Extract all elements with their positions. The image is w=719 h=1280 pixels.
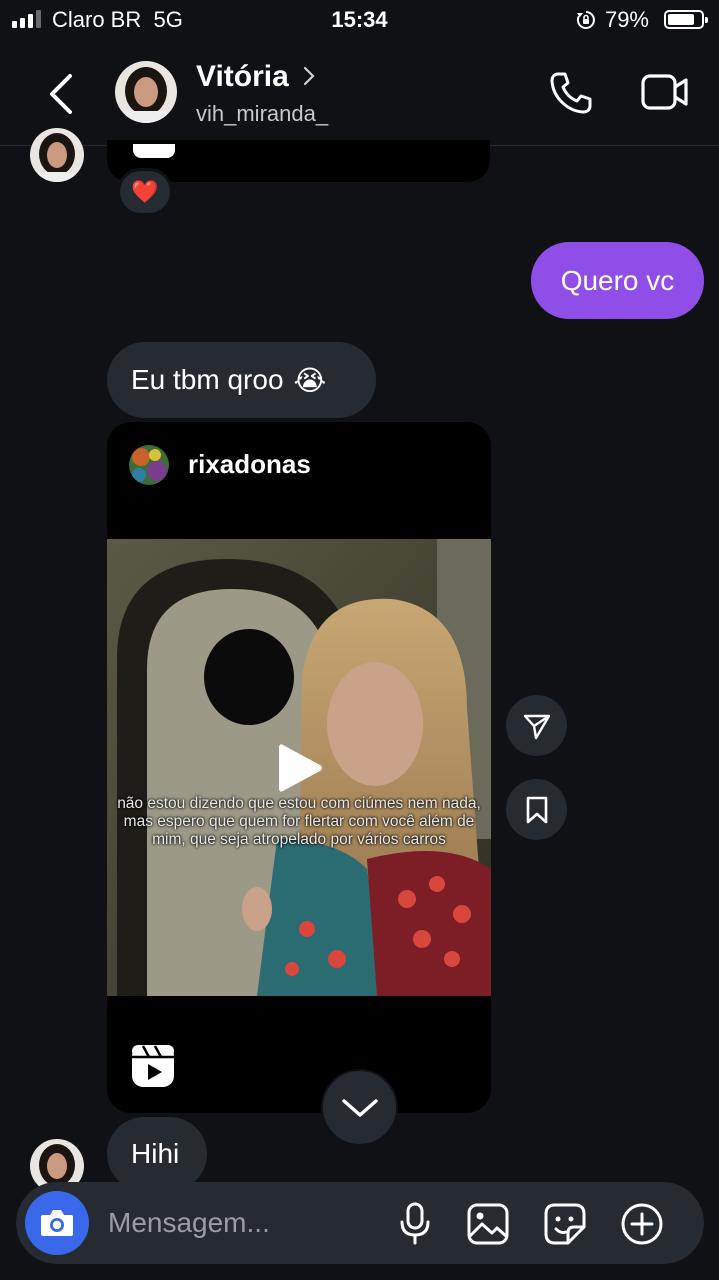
send-icon bbox=[523, 714, 550, 739]
reels-icon bbox=[132, 1045, 174, 1087]
battery-icon bbox=[664, 10, 708, 29]
add-button[interactable] bbox=[620, 1202, 664, 1246]
post-author-username[interactable]: rixadonas bbox=[188, 449, 311, 480]
gallery-button[interactable] bbox=[466, 1202, 510, 1246]
save-post-button[interactable] bbox=[506, 779, 567, 840]
chevron-right-icon[interactable] bbox=[302, 65, 316, 87]
status-bar: Claro BR 5G 15:34 79% bbox=[0, 0, 719, 40]
crying-emoji: 😭 bbox=[293, 364, 327, 396]
camera-icon bbox=[41, 1210, 73, 1236]
contact-avatar[interactable] bbox=[115, 61, 177, 123]
incoming-message[interactable]: Eu tbm qroo 😭 bbox=[107, 342, 376, 418]
shared-reel-post[interactable]: rixadonas não estou dizendo que estou co… bbox=[107, 422, 491, 1113]
incoming-message[interactable]: Hihi bbox=[107, 1117, 207, 1191]
chevron-down-icon bbox=[341, 1098, 378, 1117]
message-input[interactable] bbox=[108, 1204, 378, 1242]
heart-reaction[interactable]: ❤️ bbox=[117, 168, 173, 216]
outgoing-message[interactable]: Quero vc bbox=[531, 242, 704, 319]
reel-caption: não estou dizendo que estou com ciúmes n… bbox=[117, 795, 481, 848]
back-button[interactable] bbox=[44, 72, 78, 116]
play-icon[interactable] bbox=[275, 741, 325, 795]
post-author-avatar[interactable] bbox=[129, 445, 169, 485]
reel-thumbnail[interactable]: não estou dizendo que estou com ciúmes n… bbox=[107, 539, 491, 996]
bookmark-icon bbox=[526, 796, 547, 823]
contact-username[interactable]: vih_miranda_ bbox=[196, 101, 328, 127]
chat-header: Vitória vih_miranda_ bbox=[0, 44, 719, 146]
video-call-button[interactable] bbox=[640, 72, 690, 112]
contact-name[interactable]: Vitória bbox=[196, 60, 289, 94]
message-composer bbox=[16, 1182, 704, 1264]
microphone-button[interactable] bbox=[398, 1202, 432, 1246]
message-text: Eu tbm qroo bbox=[131, 364, 284, 395]
message-text: Quero vc bbox=[560, 264, 675, 296]
battery-percent: 79% bbox=[604, 7, 649, 32]
heart-icon: ❤️ bbox=[131, 179, 159, 204]
camera-button[interactable] bbox=[25, 1191, 89, 1255]
orientation-lock-icon bbox=[576, 11, 595, 29]
sender-avatar[interactable] bbox=[30, 128, 84, 182]
scroll-to-bottom-button[interactable] bbox=[321, 1069, 398, 1146]
share-post-button[interactable] bbox=[506, 695, 567, 756]
sticker-button[interactable] bbox=[543, 1202, 587, 1246]
message-text: Hihi bbox=[131, 1138, 180, 1169]
phone-call-button[interactable] bbox=[548, 70, 594, 116]
